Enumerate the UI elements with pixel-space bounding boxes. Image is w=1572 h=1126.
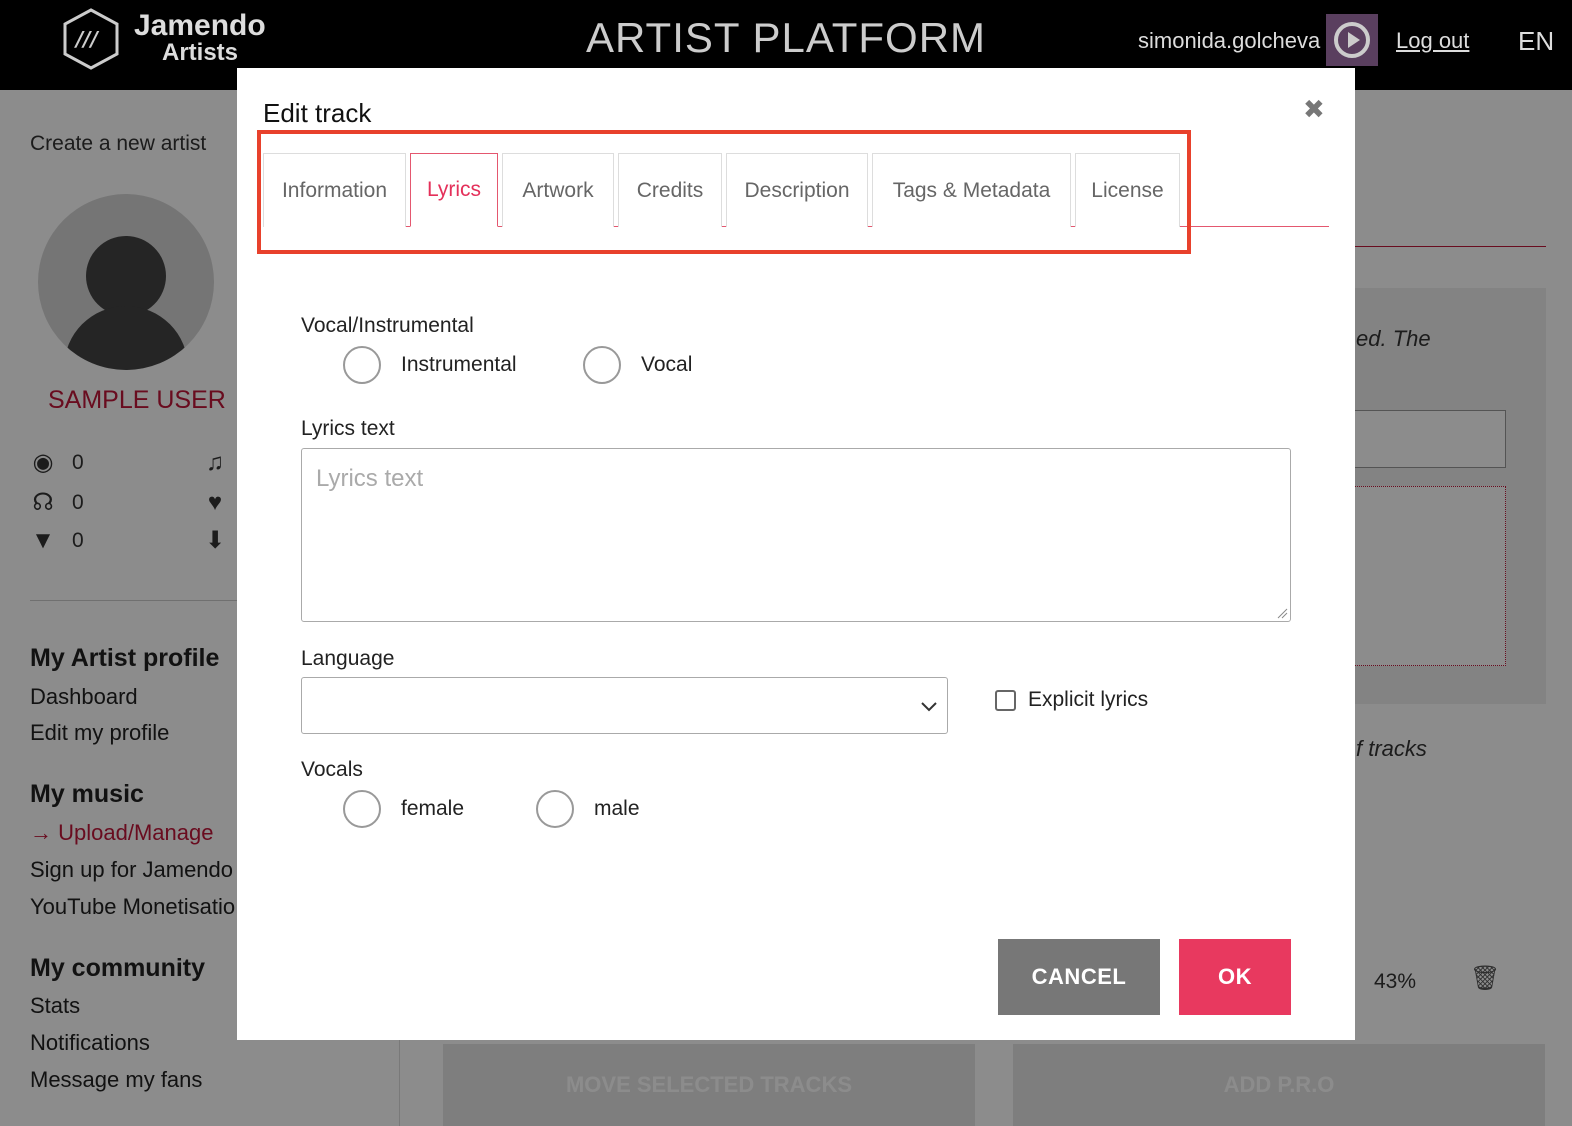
ok-button[interactable]: OK (1179, 939, 1291, 1015)
modal-title: Edit track (263, 98, 372, 128)
play-circle-icon (1334, 22, 1370, 58)
lyrics-placeholder: Lyrics text (316, 465, 424, 492)
chevron-down-icon (921, 702, 937, 712)
user-avatar[interactable] (1326, 14, 1378, 66)
vocals-label: Vocals (301, 758, 363, 781)
radio-circle[interactable] (343, 790, 381, 828)
cancel-button[interactable]: CANCEL (998, 939, 1160, 1015)
language-switcher[interactable]: EN (1518, 26, 1554, 57)
radio-vocal[interactable]: Vocal (583, 346, 692, 384)
tabs-highlight-box (257, 130, 1191, 254)
radio-female[interactable]: female (343, 790, 464, 828)
resize-grip-icon[interactable] (1276, 607, 1288, 619)
explicit-lyrics-checkbox[interactable] (995, 689, 1016, 711)
lyrics-textarea[interactable]: Lyrics text (301, 448, 1291, 622)
lyrics-text-label: Lyrics text (301, 417, 395, 440)
vocal-instrumental-label: Vocal/Instrumental (301, 314, 474, 337)
radio-circle[interactable] (343, 346, 381, 384)
language-label: Language (301, 647, 395, 670)
radio-male[interactable]: male (536, 790, 640, 828)
logout-link[interactable]: Log out (1396, 28, 1469, 54)
explicit-lyrics-label: Explicit lyrics (1028, 688, 1149, 711)
username[interactable]: simonida.golcheva (1138, 28, 1320, 54)
edit-track-modal: Edit track ✖ Information Lyrics Artwork … (237, 68, 1355, 1040)
radio-instrumental[interactable]: Instrumental (343, 346, 517, 384)
radio-circle[interactable] (536, 790, 574, 828)
language-select[interactable] (301, 677, 948, 734)
close-icon[interactable]: ✖ (1303, 94, 1325, 125)
radio-circle[interactable] (583, 346, 621, 384)
explicit-lyrics-toggle[interactable]: Explicit lyrics (995, 688, 1148, 712)
